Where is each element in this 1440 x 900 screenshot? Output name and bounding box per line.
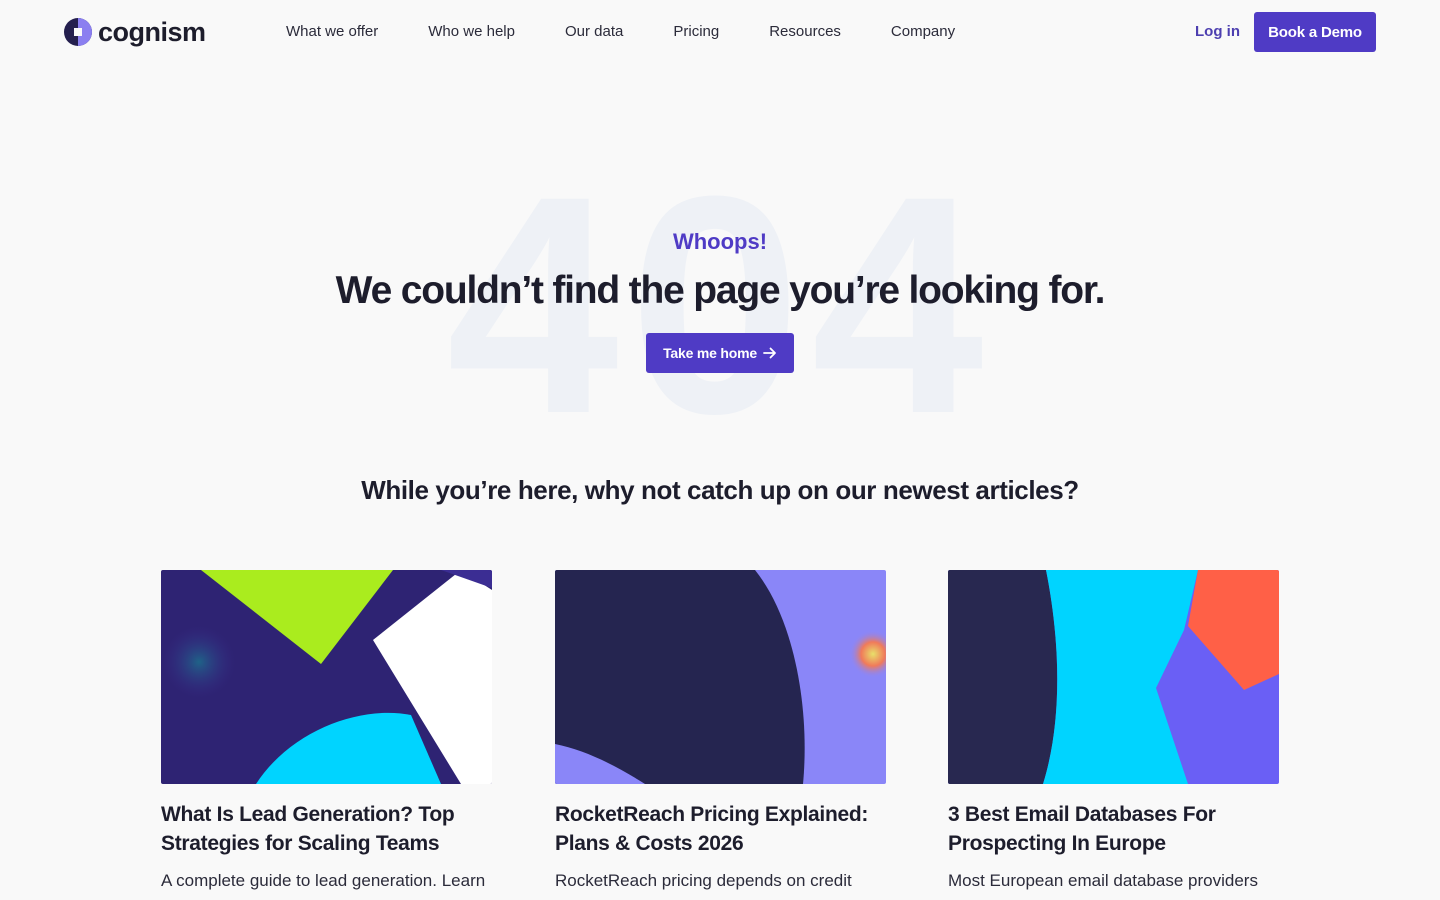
nav-item-pricing[interactable]: Pricing: [673, 22, 719, 42]
nav-item-our-data[interactable]: Our data: [565, 22, 623, 42]
article-image: [161, 570, 492, 784]
article-title[interactable]: What Is Lead Generation? Top Strategies …: [161, 800, 492, 858]
nav-item-company[interactable]: Company: [891, 22, 955, 42]
article-card[interactable]: RocketReach Pricing Explained: Plans & C…: [555, 570, 886, 900]
take-me-home-label: Take me home: [663, 345, 757, 361]
site-header: cognism What we offer Who we help Our da…: [0, 0, 1440, 64]
article-title[interactable]: RocketReach Pricing Explained: Plans & C…: [555, 800, 886, 858]
nav-item-who-we-help[interactable]: Who we help: [428, 22, 515, 42]
nav-item-resources[interactable]: Resources: [769, 22, 841, 42]
article-title[interactable]: 3 Best Email Databases For Prospecting I…: [948, 800, 1279, 858]
article-description: Most European email database providers w…: [948, 871, 1258, 890]
article-description: RocketReach pricing depends on credit us…: [555, 871, 852, 890]
article-card[interactable]: What Is Lead Generation? Top Strategies …: [161, 570, 492, 900]
article-image: [948, 570, 1279, 784]
error-title: We couldn’t find the page you’re looking…: [335, 269, 1106, 312]
brand-name: cognism: [98, 17, 206, 47]
error-eyebrow: Whoops!: [672, 229, 768, 254]
take-me-home-button[interactable]: Take me home: [646, 333, 794, 373]
arrow-right-icon: [763, 347, 776, 359]
articles-section-title: While you’re here, why not catch up on o…: [361, 475, 1079, 505]
article-description: A complete guide to lead generation. Lea…: [161, 871, 486, 890]
nav-item-what-we-offer[interactable]: What we offer: [286, 22, 378, 42]
book-demo-button[interactable]: Book a Demo: [1254, 12, 1376, 52]
login-link[interactable]: Log in: [1195, 22, 1240, 42]
cognism-logo-icon: [64, 18, 92, 46]
brand-logo[interactable]: cognism: [64, 17, 206, 47]
article-image: [555, 570, 886, 784]
article-card[interactable]: 3 Best Email Databases For Prospecting I…: [948, 570, 1279, 900]
main-nav: What we offer Who we help Our data Prici…: [286, 22, 1005, 42]
